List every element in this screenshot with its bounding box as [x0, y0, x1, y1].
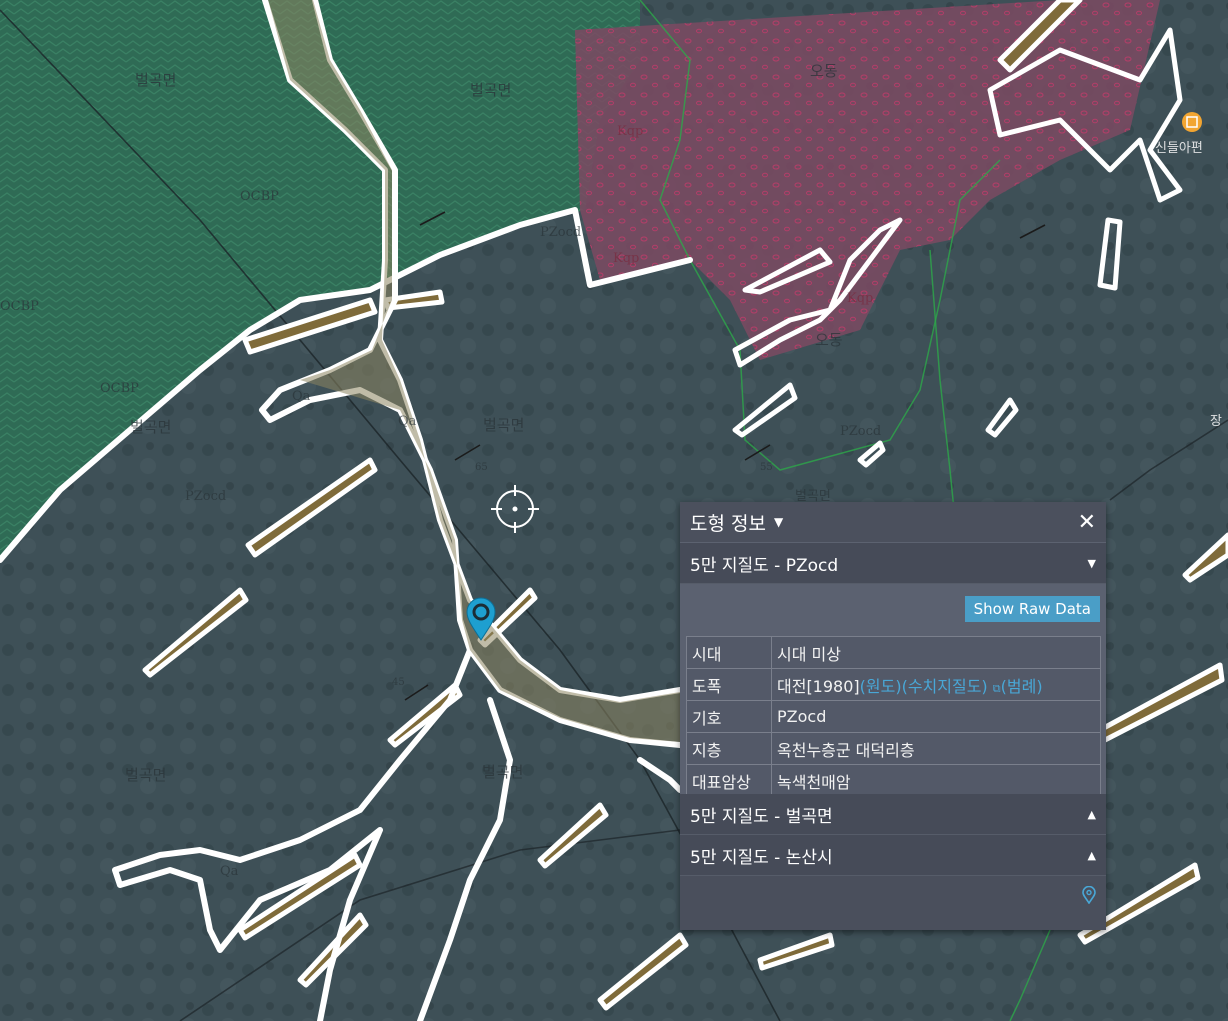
label-byeolgok: 벌곡면: [470, 81, 511, 99]
section-title: 5만 지질도 - PZocd: [690, 555, 839, 576]
label-ocbp: OCBP: [240, 189, 279, 204]
attr-key: 시대: [686, 636, 772, 669]
chevron-down-icon[interactable]: ▼: [774, 515, 783, 529]
attr-value: 옥천누층군 대덕리층: [771, 732, 1101, 765]
section-title: 5만 지질도 - 논산시: [690, 847, 833, 868]
panel-footer: [680, 876, 1106, 918]
panel-header[interactable]: 도형 정보 ▼ ✕: [680, 502, 1106, 543]
section-header-nonsan[interactable]: 5만 지질도 - 논산시 ▲: [680, 835, 1106, 876]
chevron-down-icon[interactable]: ▼: [1088, 557, 1096, 570]
label-ocbp: OCBP: [100, 381, 139, 396]
table-row: 도폭 대전[1980](원도)(수치지질도) ⧉(범례): [686, 668, 1101, 701]
label-pzocd: PZocd: [185, 489, 226, 504]
chevron-up-icon[interactable]: ▲: [1088, 808, 1096, 821]
attr-value: 대전[1980](원도)(수치지질도) ⧉(범례): [771, 668, 1101, 701]
close-icon[interactable]: ✕: [1078, 510, 1096, 535]
label-qa: Qa: [292, 389, 311, 404]
label-byeolgok: 벌곡면: [130, 418, 171, 436]
label-odong: 오동: [815, 331, 843, 349]
dip-value: 65: [475, 462, 488, 473]
label-byeolgok: 벌곡면: [135, 71, 176, 89]
attr-value: 시대 미상: [771, 636, 1101, 669]
attr-key: 도폭: [686, 668, 772, 701]
label-kqp: Kqp: [617, 124, 643, 139]
table-row: 지층 옥천누층군 대덕리층: [686, 732, 1101, 765]
label-qa: Qa: [398, 414, 417, 429]
section-header-pzocd[interactable]: 5만 지질도 - PZocd ▼: [680, 543, 1106, 584]
attr-key: 지층: [686, 732, 772, 765]
label-pzocd: PZocd: [840, 424, 881, 439]
table-row: 기호 PZocd: [686, 700, 1101, 733]
map-pin-icon[interactable]: [1082, 886, 1096, 904]
label-odong: 오동: [810, 62, 838, 80]
attr-key: 대표암상: [686, 764, 772, 797]
restaurant-icon[interactable]: [1182, 112, 1202, 132]
label-pzocd: PZocd: [540, 225, 581, 240]
dip-value: 45: [392, 677, 405, 688]
section-title: 5만 지질도 - 벌곡면: [690, 806, 833, 827]
sheet-name: 대전[1980]: [777, 676, 860, 696]
label-kqp: Kqp: [847, 291, 873, 306]
digital-map-link[interactable]: (수치지질도): [902, 677, 988, 696]
attr-value: PZocd: [771, 700, 1101, 733]
attr-key: 기호: [686, 700, 772, 733]
feature-info-panel: 도형 정보 ▼ ✕ 5만 지질도 - PZocd ▼ Show Raw Data…: [680, 502, 1106, 930]
attr-value: 녹색천매암: [771, 764, 1101, 797]
dip-value: 55: [760, 462, 773, 473]
label-sindeung: 신들아편: [1155, 141, 1203, 156]
external-link-icon[interactable]: ⧉: [993, 682, 1001, 695]
legend-link[interactable]: (범례): [1001, 677, 1043, 696]
label-ocbp: OCBP: [0, 299, 39, 314]
label-byeolgok: 벌곡면: [482, 763, 523, 781]
label-qa: Qa: [220, 864, 239, 879]
table-row: 대표암상 녹색천매암: [686, 764, 1101, 797]
label-kqp: Kqp: [613, 251, 639, 266]
label-byeolgok: 벌곡면: [125, 766, 166, 784]
attribute-table: 시대 시대 미상 도폭 대전[1980](원도)(수치지질도) ⧉(범례) 기호…: [686, 636, 1101, 797]
panel-title: 도형 정보: [690, 512, 766, 535]
chevron-up-icon[interactable]: ▲: [1088, 849, 1096, 862]
label-edge-jang: 장: [1210, 414, 1222, 429]
original-map-link[interactable]: (원도): [860, 677, 902, 696]
section-body-pzocd: Show Raw Data 시대 시대 미상 도폭 대전[1980](원도)(수…: [680, 584, 1106, 797]
show-raw-data-button[interactable]: Show Raw Data: [964, 596, 1100, 622]
label-byeolgok: 벌곡면: [483, 416, 524, 434]
table-row: 시대 시대 미상: [686, 636, 1101, 669]
section-header-byeolgok[interactable]: 5만 지질도 - 벌곡면 ▲: [680, 794, 1106, 835]
